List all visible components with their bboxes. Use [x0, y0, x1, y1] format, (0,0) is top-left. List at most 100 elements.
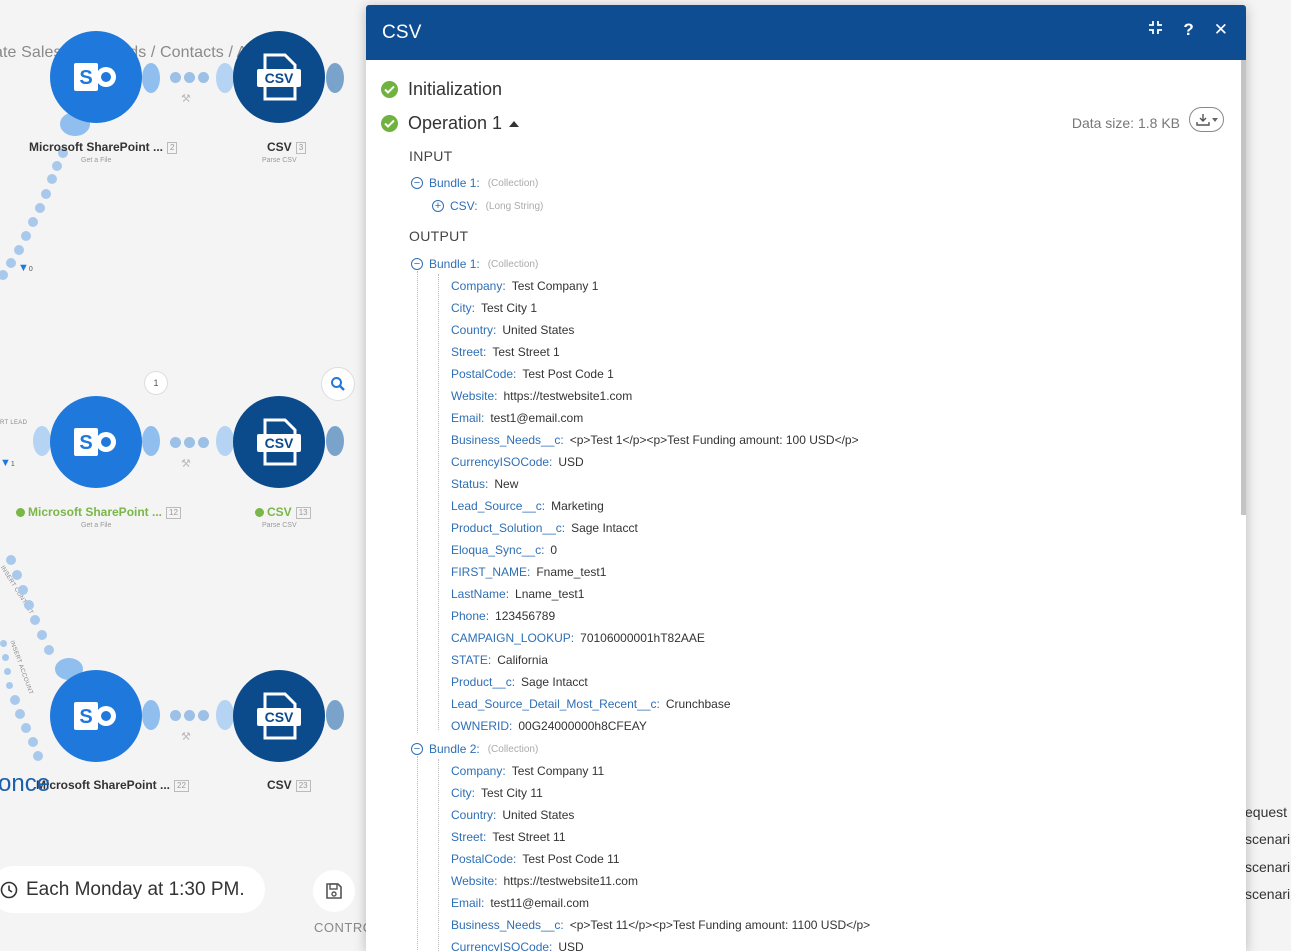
output-field-row[interactable]: Street: Test Street 11	[451, 830, 566, 844]
bundle-type: (Collection)	[487, 743, 539, 755]
collapse-bundle-icon[interactable]: −	[411, 743, 423, 755]
csv-module[interactable]: CSV	[233, 396, 325, 488]
field-value: <p>Test 1</p><p>Test Funding amount: 100…	[569, 433, 859, 447]
output-field-row[interactable]: FIRST_NAME: Fname_test1	[451, 565, 606, 579]
output-field-row[interactable]: Email: test1@email.com	[451, 411, 583, 425]
sharepoint-module[interactable]: S	[50, 670, 142, 762]
success-icon	[255, 508, 264, 518]
field-key: Website:	[451, 389, 498, 403]
svg-text:CSV: CSV	[265, 709, 294, 725]
output-field-row[interactable]: OWNERID: 00G24000000h8CFEAY	[451, 719, 647, 733]
sharepoint-module[interactable]: S	[50, 31, 142, 123]
filter-icon[interactable]: ▼0	[18, 262, 33, 274]
menu-fragment[interactable]: scenari	[1245, 886, 1290, 902]
output-field-row[interactable]: CurrencyISOCode: USD	[451, 455, 584, 469]
panel-body[interactable]: Initialization Operation 1 Data size: 1.…	[366, 60, 1246, 951]
field-key: PostalCode:	[451, 852, 517, 866]
scrollbar[interactable]	[1241, 60, 1246, 515]
field-key: Country:	[451, 323, 497, 337]
route-dot	[47, 174, 57, 184]
output-field-row[interactable]: CAMPAIGN_LOOKUP: 70106000001hT82AAE	[451, 631, 705, 645]
field-value: Fname_test1	[536, 565, 607, 579]
output-label: OUTPUT	[409, 228, 469, 244]
output-field-row[interactable]: Country: United States	[451, 323, 574, 337]
wrench-icon[interactable]: ⚒	[181, 457, 191, 470]
collapse-bundle-icon[interactable]: −	[411, 177, 423, 189]
field-value: United States	[502, 808, 575, 822]
route-dot	[41, 189, 51, 199]
collapse-icon[interactable]	[1148, 20, 1163, 40]
field-key: Street:	[451, 830, 487, 844]
field-value: United States	[502, 323, 575, 337]
output-bundle-row[interactable]: − Bundle 1: (Collection)	[411, 257, 538, 271]
module-title: Microsoft SharePoint ... 22	[36, 778, 189, 792]
menu-fragment[interactable]: scenari	[1245, 859, 1290, 875]
output-field-row[interactable]: Eloqua_Sync__c: 0	[451, 543, 557, 557]
output-field-row[interactable]: PostalCode: Test Post Code 1	[451, 367, 614, 381]
field-value: California	[497, 653, 548, 667]
output-field-row[interactable]: City: Test City 1	[451, 301, 537, 315]
output-field-row[interactable]: Website: https://testwebsite11.com	[451, 874, 638, 888]
sharepoint-module[interactable]: S	[50, 396, 142, 488]
output-field-row[interactable]: Company: Test Company 1	[451, 279, 598, 293]
output-field-row[interactable]: Lead_Source__c: Marketing	[451, 499, 604, 513]
input-bundle-row[interactable]: − Bundle 1: (Collection)	[411, 176, 538, 190]
wrench-icon[interactable]: ⚒	[181, 730, 191, 743]
csv-module[interactable]: CSV	[233, 670, 325, 762]
schedule-text: Each Monday at 1:30 PM.	[26, 878, 245, 900]
output-field-row[interactable]: Status: New	[451, 477, 518, 491]
route-dot	[28, 217, 38, 227]
output-field-row[interactable]: Street: Test Street 1	[451, 345, 560, 359]
output-field-row[interactable]: CurrencyISOCode: USD	[451, 940, 584, 951]
field-key: Company:	[451, 279, 506, 293]
module-subtitle: Get a File	[81, 522, 112, 529]
bundle-key: Bundle 1:	[429, 257, 480, 271]
sharepoint-icon: S	[74, 702, 116, 730]
output-field-row[interactable]: Product__c: Sage Intacct	[451, 675, 588, 689]
output-field-row[interactable]: Email: test11@email.com	[451, 896, 589, 910]
collapse-bundle-icon[interactable]: −	[411, 258, 423, 270]
output-field-row[interactable]: Country: United States	[451, 808, 574, 822]
inspect-bubble[interactable]	[321, 367, 355, 401]
initialization-row[interactable]: Initialization	[381, 79, 502, 100]
data-size: Data size: 1.8 KB	[1071, 115, 1180, 131]
schedule-pill[interactable]: Each Monday at 1:30 PM.	[0, 866, 265, 913]
controls-label: CONTRO	[314, 920, 374, 935]
route-dot	[24, 600, 34, 610]
output-field-row[interactable]: Lead_Source_Detail_Most_Recent__c: Crunch…	[451, 697, 731, 711]
route-dot	[21, 231, 31, 241]
output-field-row[interactable]: STATE: California	[451, 653, 548, 667]
filter-icon[interactable]: ▼1	[0, 457, 15, 469]
save-button[interactable]	[313, 870, 355, 912]
output-field-row[interactable]: Phone: 123456789	[451, 609, 555, 623]
output-field-row[interactable]: City: Test City 11	[451, 786, 543, 800]
bundle-key: Bundle 2:	[429, 742, 480, 756]
module-ear	[33, 426, 51, 456]
output-field-row[interactable]: PostalCode: Test Post Code 11	[451, 852, 620, 866]
expand-field-icon[interactable]: +	[432, 200, 444, 212]
output-field-row[interactable]: Business_Needs__c: <p>Test 11</p><p>Test …	[451, 918, 870, 932]
output-bundle-row[interactable]: − Bundle 2: (Collection)	[411, 742, 538, 756]
caret-up-icon[interactable]	[509, 120, 520, 127]
download-button[interactable]	[1189, 107, 1224, 132]
close-icon[interactable]: ✕	[1214, 20, 1228, 40]
output-field-row[interactable]: Business_Needs__c: <p>Test 1</p><p>Test F…	[451, 433, 859, 447]
output-field-row[interactable]: Company: Test Company 11	[451, 764, 604, 778]
help-icon[interactable]: ?	[1183, 20, 1193, 40]
route-label: RT LEAD	[0, 420, 28, 426]
field-value: Test Post Code 11	[522, 852, 620, 866]
field-value: Test Company 1	[511, 279, 599, 293]
csv-module[interactable]: CSV	[233, 31, 325, 123]
menu-fragment[interactable]: scenari	[1245, 831, 1290, 847]
operation-count-bubble[interactable]: 1	[144, 371, 168, 395]
field-value: <p>Test 11</p><p>Test Funding amount: 11…	[569, 918, 871, 932]
output-field-row[interactable]: LastName: Lname_test1	[451, 587, 584, 601]
wrench-icon[interactable]: ⚒	[181, 92, 191, 105]
field-value: Test Post Code 1	[522, 367, 614, 381]
output-field-row[interactable]: Website: https://testwebsite1.com	[451, 389, 632, 403]
module-subtitle: Parse CSV	[262, 522, 297, 529]
operation-row[interactable]: Operation 1	[381, 113, 520, 134]
output-field-row[interactable]: Product_Solution__c: Sage Intacct	[451, 521, 638, 535]
menu-fragment[interactable]: equest	[1245, 804, 1287, 820]
input-field-row[interactable]: + CSV: (Long String)	[432, 199, 543, 213]
